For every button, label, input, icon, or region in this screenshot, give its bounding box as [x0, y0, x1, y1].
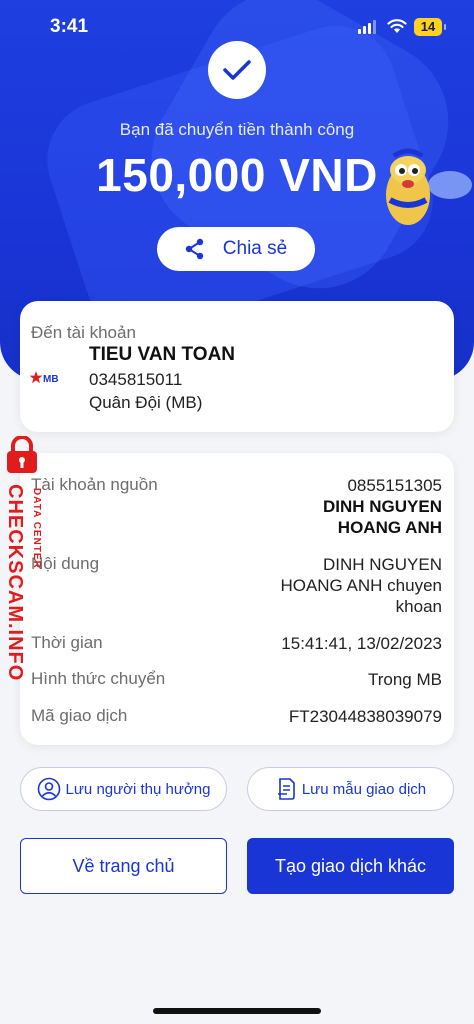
content-line2: HOANG ANH chuyen [280, 576, 442, 595]
method-value: Trong MB [367, 670, 442, 689]
status-time: 3:41 [50, 16, 89, 37]
bee-mascot-icon [386, 148, 472, 225]
recipient-bank: Quân Đội (MB) [89, 393, 203, 412]
svg-text:MB: MB [43, 374, 59, 385]
recipient-account: 0345815011 [89, 370, 183, 389]
document-icon [277, 778, 295, 800]
content-line3: khoan [395, 597, 442, 616]
method-label: Hình thức chuyển [31, 669, 166, 688]
battery-icon: 14 [414, 18, 446, 36]
share-icon [185, 238, 203, 260]
recipient-card: Đến tài khoản MB TIEU VAN TOAN 034581501… [20, 301, 454, 432]
wifi-icon [387, 19, 407, 33]
watermark-subtext: DATA CENTER [31, 488, 42, 569]
user-circle-icon [37, 777, 60, 801]
time-value: 15:41:41, 13/02/2023 [281, 634, 442, 653]
share-label: Chia sẻ [222, 238, 288, 259]
transaction-id-label: Mã giao dịch [31, 706, 128, 725]
source-name-line2: HOANG ANH [337, 518, 442, 537]
time-label: Thời gian [31, 633, 103, 652]
transaction-detail-card: Tài khoản nguồn 0855151305 DINH NGUYEN H… [20, 453, 454, 745]
share-button[interactable]: Chia sẻ [157, 227, 315, 271]
signal-icon [358, 20, 378, 34]
source-account-number: 0855151305 [347, 476, 442, 495]
recipient-name: TIEU VAN TOAN [89, 344, 236, 365]
success-message: Bạn đã chuyển tiền thành công [119, 120, 355, 139]
lock-watermark-icon [7, 436, 37, 473]
home-indicator[interactable] [153, 1008, 321, 1014]
status-bar: 3:41 14 [0, 14, 474, 40]
content-line1: DINH NGUYEN [322, 555, 442, 574]
new-transaction-button[interactable]: Tạo giao dịch khác [247, 838, 454, 894]
save-template-label: Lưu mẫu giao dịch [301, 780, 427, 798]
recipient-label: Đến tài khoản [31, 323, 136, 342]
transaction-id-value: FT23044838039079 [288, 707, 442, 726]
watermark-text: CHECKSCAM.INFO [4, 484, 26, 682]
source-account-label: Tài khoản nguồn [31, 475, 158, 494]
save-template-button[interactable]: Lưu mẫu giao dịch [247, 767, 454, 811]
save-recipient-button[interactable]: Lưu người thụ hưởng [20, 767, 227, 811]
save-recipient-label: Lưu người thụ hưởng [65, 780, 211, 798]
source-name-line1: DINH NGUYEN [322, 497, 442, 516]
success-check-icon [208, 41, 266, 99]
home-button[interactable]: Về trang chủ [20, 838, 227, 894]
mb-bank-logo-icon: MB [29, 370, 64, 391]
